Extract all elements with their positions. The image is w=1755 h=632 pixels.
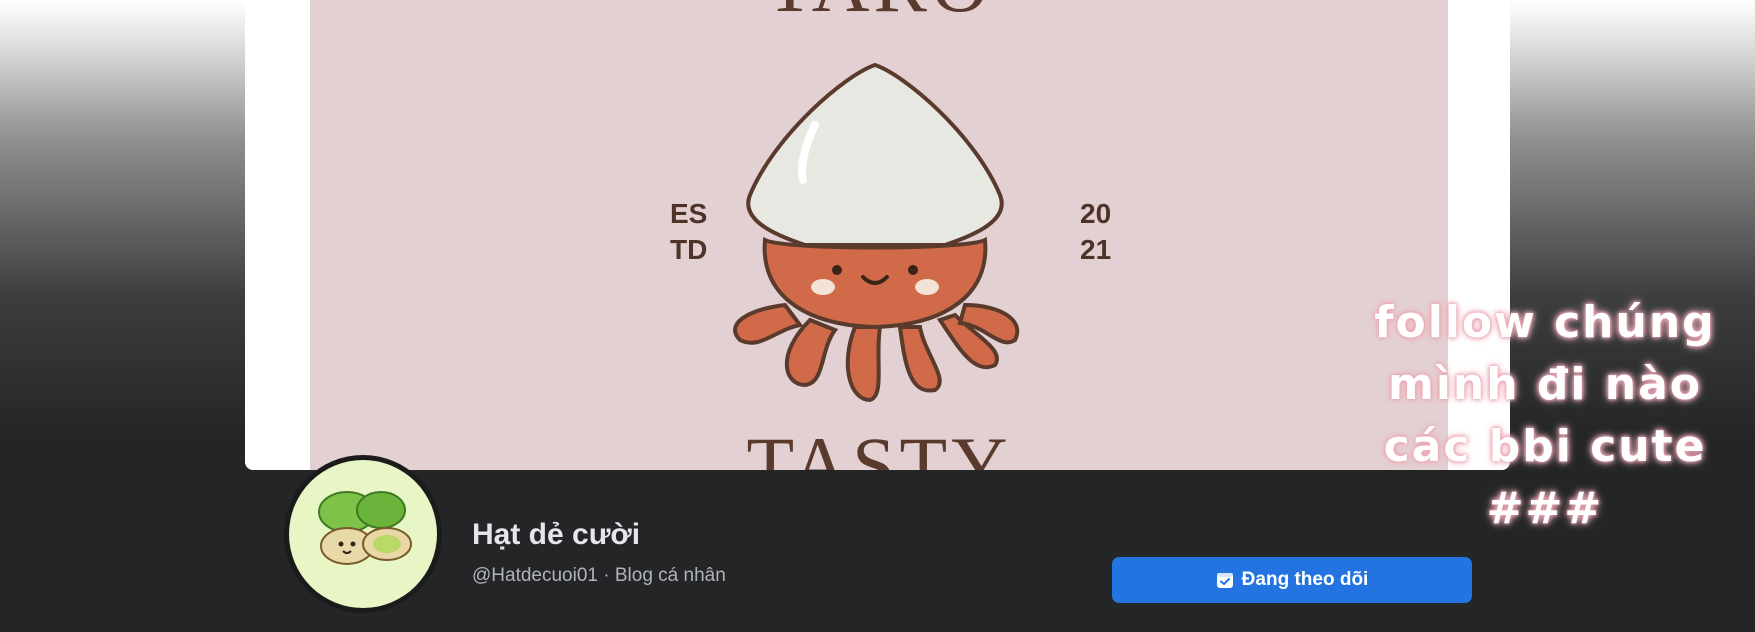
overlay-caption: follow chúng mình đi nào các bbi cute ##… bbox=[1360, 292, 1730, 540]
check-calendar-icon bbox=[1216, 571, 1234, 589]
cover-image: TARO ES TD 20 21 bbox=[310, 0, 1448, 470]
profile-avatar[interactable] bbox=[284, 455, 442, 613]
profile-page: TARO ES TD 20 21 bbox=[0, 0, 1755, 632]
overlay-line-4: ### bbox=[1486, 483, 1604, 534]
profile-name: Hạt dẻ cười bbox=[472, 518, 641, 551]
cover-top-word: TARO bbox=[310, 0, 1448, 31]
pistachio-logo-icon bbox=[318, 491, 412, 565]
overlay-line-2: mình đi nào bbox=[1387, 359, 1703, 410]
cover-bottom-word: TASTY bbox=[746, 421, 1012, 470]
overlay-line-3: các bbi cute bbox=[1383, 421, 1707, 472]
overlay-line-1: follow chúng bbox=[1374, 297, 1716, 348]
following-button[interactable]: Đang theo dõi bbox=[1112, 557, 1472, 603]
cover-est-right-line1: 20 bbox=[1080, 198, 1112, 229]
avatar-image bbox=[289, 460, 437, 608]
squid-illustration bbox=[733, 62, 1019, 403]
cover-est-right: 20 21 bbox=[1080, 196, 1111, 268]
cover-est-right-line2: 21 bbox=[1080, 234, 1112, 265]
cover-est-left-line1: ES bbox=[670, 198, 708, 229]
cover-est-left: ES TD bbox=[670, 196, 707, 268]
profile-username-category: @Hatdecuoi01 · Blog cá nhân bbox=[472, 565, 726, 586]
following-button-label: Đang theo dõi bbox=[1241, 569, 1369, 590]
cover-est-left-line2: TD bbox=[670, 234, 708, 265]
cover-photo[interactable]: TARO ES TD 20 21 bbox=[245, 0, 1510, 470]
